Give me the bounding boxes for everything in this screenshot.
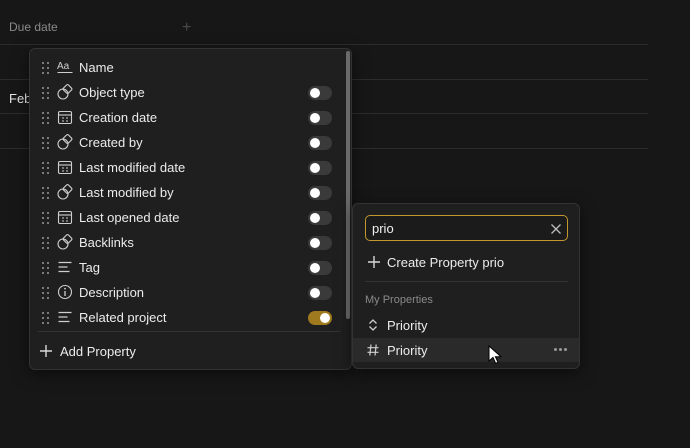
property-result-label: Priority <box>387 318 428 333</box>
relation-shapes-icon <box>57 234 73 250</box>
property-row[interactable]: Last opened date <box>30 205 340 230</box>
property-row[interactable]: Creation date <box>30 105 340 130</box>
drag-handle-icon[interactable] <box>42 312 50 324</box>
table-header: Due date + <box>0 0 648 45</box>
multi-select-lines-icon <box>57 259 73 275</box>
close-icon[interactable] <box>550 222 562 234</box>
toggle-knob <box>310 238 320 248</box>
scrollbar[interactable] <box>346 51 350 319</box>
property-label: Object type <box>79 85 145 100</box>
property-label: Created by <box>79 135 143 150</box>
property-row[interactable]: Description <box>30 280 340 305</box>
drag-handle-icon[interactable] <box>42 262 50 274</box>
info-circle-icon <box>57 284 73 300</box>
drag-handle-icon[interactable] <box>42 62 50 74</box>
property-label: Last modified date <box>79 160 186 175</box>
more-horizontal-icon[interactable] <box>554 348 568 352</box>
toggle-knob <box>310 163 320 173</box>
add-property-label: Add Property <box>60 343 136 359</box>
visibility-toggle[interactable] <box>308 286 332 300</box>
drag-handle-icon[interactable] <box>42 287 50 299</box>
drag-handle-icon[interactable] <box>42 237 50 249</box>
drag-handle-icon[interactable] <box>42 137 50 149</box>
property-result-label: Priority <box>387 343 428 358</box>
select-chevrons-icon <box>366 318 380 332</box>
calendar-icon <box>57 159 73 175</box>
property-label: Tag <box>79 260 100 275</box>
visibility-toggle[interactable] <box>308 311 332 325</box>
search-input[interactable] <box>372 219 542 237</box>
drag-handle-icon[interactable] <box>42 112 50 124</box>
property-row[interactable]: Last modified date <box>30 155 340 180</box>
property-row[interactable]: Backlinks <box>30 230 340 255</box>
visibility-toggle[interactable] <box>308 236 332 250</box>
property-row[interactable]: Aa Name <box>30 55 340 80</box>
toggle-knob <box>310 213 320 223</box>
add-property-button[interactable]: Add Property <box>39 341 136 361</box>
property-label: Backlinks <box>79 235 134 250</box>
visibility-toggle[interactable] <box>308 161 332 175</box>
property-row[interactable]: Created by <box>30 130 340 155</box>
calendar-icon <box>57 109 73 125</box>
toggle-knob <box>310 138 320 148</box>
visibility-toggle[interactable] <box>308 211 332 225</box>
drag-handle-icon[interactable] <box>42 87 50 99</box>
toggle-knob <box>310 88 320 98</box>
relation-shapes-icon <box>57 184 73 200</box>
hash-icon <box>366 343 380 357</box>
property-label: Description <box>79 285 145 300</box>
property-label: Related project <box>79 310 167 325</box>
svg-text:Aa: Aa <box>57 61 70 72</box>
visibility-toggle[interactable] <box>308 186 332 200</box>
property-row[interactable]: Last modified by <box>30 180 340 205</box>
create-property-button[interactable]: Create Property prio <box>367 253 504 271</box>
plus-icon <box>39 344 53 358</box>
toggle-knob <box>320 313 330 323</box>
calendar-icon <box>57 209 73 225</box>
column-title-due-date[interactable]: Due date <box>9 20 58 34</box>
visibility-toggle[interactable] <box>308 261 332 275</box>
search-box <box>365 215 568 241</box>
text-aa-icon: Aa <box>57 59 73 75</box>
property-result-item[interactable]: Priority <box>353 338 579 362</box>
visibility-toggle[interactable] <box>308 136 332 150</box>
property-result-item[interactable]: Priority <box>353 313 579 337</box>
property-label: Last modified by <box>79 185 174 200</box>
visibility-toggle[interactable] <box>308 111 332 125</box>
visibility-toggle[interactable] <box>308 86 332 100</box>
drag-handle-icon[interactable] <box>42 162 50 174</box>
property-search-panel: Create Property prio My Properties Prior… <box>352 203 580 369</box>
property-label: Name <box>79 60 114 75</box>
relation-shapes-icon <box>57 134 73 150</box>
divider <box>365 281 568 282</box>
multi-select-lines-icon <box>57 309 73 325</box>
property-label: Creation date <box>79 110 158 125</box>
section-label-my-properties: My Properties <box>365 294 433 306</box>
properties-panel: Aa Name Object type Creation date Created by… <box>29 48 352 370</box>
plus-icon <box>367 255 381 269</box>
mouse-cursor-icon <box>488 344 503 365</box>
property-row[interactable]: Object type <box>30 80 340 105</box>
drag-handle-icon[interactable] <box>42 212 50 224</box>
drag-handle-icon[interactable] <box>42 187 50 199</box>
property-row[interactable]: Tag <box>30 255 340 280</box>
add-column-button[interactable]: + <box>182 20 191 36</box>
toggle-knob <box>310 113 320 123</box>
property-row[interactable]: Related project <box>30 305 340 330</box>
toggle-knob <box>310 188 320 198</box>
divider <box>38 331 340 332</box>
create-property-label: Create Property prio <box>387 254 505 270</box>
toggle-knob <box>310 263 320 273</box>
property-label: Last opened date <box>79 210 180 225</box>
relation-shapes-icon <box>57 84 73 100</box>
toggle-knob <box>310 288 320 298</box>
